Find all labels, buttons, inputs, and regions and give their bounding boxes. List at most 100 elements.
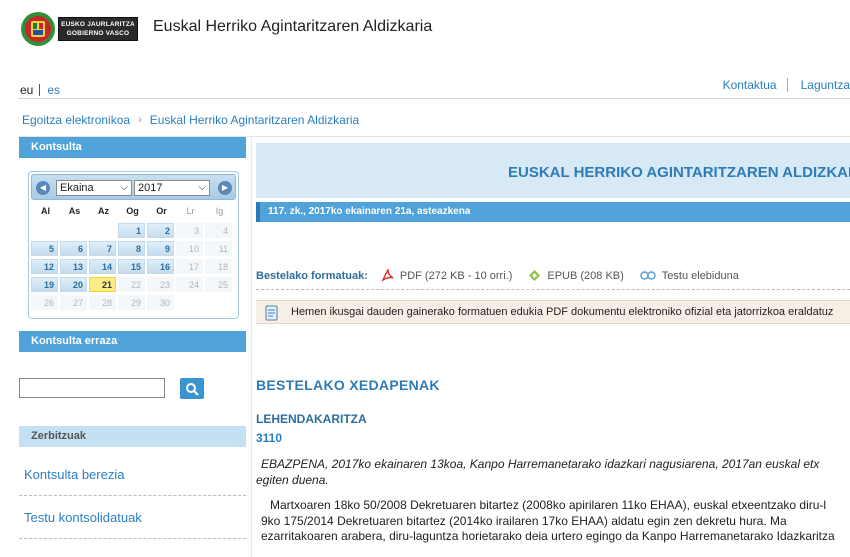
calendar-day[interactable]: 6: [60, 241, 87, 256]
calendar-day: 28: [89, 295, 116, 310]
calendar-day[interactable]: 8: [118, 241, 145, 256]
sidebar-divider: [19, 495, 246, 496]
body-text-line: 9ko 175/2014 Dekretuaren bitartez (2014k…: [261, 514, 787, 528]
pdf-format-label: PDF (272 KB - 10 orri.): [399, 269, 513, 282]
breadcrumb-item-home[interactable]: Egoitza elektronikoa: [22, 113, 130, 127]
calendar-day: 11: [205, 241, 232, 256]
calendar-day: 25: [205, 277, 232, 292]
site-title: Euskal Herriko Agintaritzaren Aldizkaria: [153, 18, 433, 35]
notice-text: Hemen ikusgai dauden gainerako formatuen…: [291, 306, 834, 318]
calendar-day[interactable]: 14: [89, 259, 116, 274]
bilingual-icon: [640, 271, 656, 280]
calendar-empty-cell: [176, 295, 203, 310]
bulletin-title: EUSKAL HERRIKO AGINTARITZAREN ALDIZKARIA: [508, 164, 850, 181]
language-switcher: eu es: [20, 83, 60, 97]
calendar: ◀ Ekaina ⌵ 2017 ⌵ ▶ Al As Az Og Or Lr Ig 12345…: [28, 171, 239, 319]
help-link[interactable]: Laguntza: [801, 78, 850, 92]
lang-divider: [39, 84, 41, 96]
breadcrumb-chevron-icon: ›: [138, 114, 142, 126]
consolidated-texts-link[interactable]: Testu kontsolidatuak: [24, 510, 142, 525]
department-heading: LEHENDAKARITZA: [256, 412, 367, 426]
body-text-line: ezarritakoaren arabera, diru-laguntza ho…: [261, 529, 835, 543]
top-links-divider: [786, 78, 788, 92]
calendar-day[interactable]: 16: [147, 259, 174, 274]
calendar-day: 24: [176, 277, 203, 292]
weekday-label: As: [68, 206, 81, 216]
pdf-icon: [381, 269, 394, 282]
formats-label: Bestelako formatuak:: [256, 269, 368, 282]
calendar-day: 26: [31, 295, 58, 310]
issue-bar: 117. zk., 2017ko ekainaren 21a, asteazke…: [256, 202, 850, 222]
calendar-empty-cell: [60, 223, 87, 238]
consult-header: Kontsulta: [19, 137, 246, 158]
logo-text-basque: EUSKO JAURLARITZA: [61, 21, 135, 28]
coat-of-arms-icon: [21, 12, 55, 46]
calendar-day: 4: [205, 223, 232, 238]
services-header: Zerbitzuak: [19, 426, 246, 447]
body-text-line: Martxoaren 18ko 50/2008 Dekretuaren bita…: [270, 498, 827, 512]
lang-current: eu: [20, 83, 34, 97]
government-logo[interactable]: EUSKO JAURLARITZA GOBIERNO VASCO: [20, 10, 138, 48]
calendar-day: 30: [147, 295, 174, 310]
calendar-day[interactable]: 7: [89, 241, 116, 256]
bilingual-text-link[interactable]: Testu elebiduna: [640, 270, 739, 282]
pdf-format-link[interactable]: PDF (272 KB - 10 orri.): [381, 269, 513, 282]
contact-link[interactable]: Kontaktua: [723, 78, 777, 92]
year-select[interactable]: 2017 ⌵: [134, 180, 210, 196]
calendar-day: 10: [176, 241, 203, 256]
weekday-label: Ig: [215, 206, 224, 216]
calendar-day-selected[interactable]: 21: [89, 277, 116, 292]
epub-format-link[interactable]: EPUB (208 KB): [528, 269, 624, 282]
calendar-day[interactable]: 20: [60, 277, 87, 292]
section-title: BESTELAKO XEDAPENAK: [256, 377, 440, 393]
top-links: Kontaktua Laguntza: [723, 78, 850, 92]
calendar-day: 29: [118, 295, 145, 310]
formats-divider: [256, 289, 850, 290]
weekday-label: Og: [126, 206, 139, 216]
epub-format-label: EPUB (208 KB): [547, 269, 624, 282]
weekday-label: Az: [98, 206, 109, 216]
special-query-link[interactable]: Kontsulta berezia: [24, 467, 124, 482]
resolution-title-line[interactable]: EBAZPENA, 2017ko ekainaren 13koa, Kanpo …: [261, 456, 850, 472]
breadcrumb-item-current[interactable]: Euskal Herriko Agintaritzaren Aldizkaria: [150, 113, 359, 127]
search-input[interactable]: [19, 378, 165, 398]
calendar-day[interactable]: 13: [60, 259, 87, 274]
month-select-value: Ekaina: [60, 182, 94, 194]
resolution-title-line[interactable]: egiten duena.: [256, 472, 850, 488]
calendar-day[interactable]: 2: [147, 223, 174, 238]
calendar-day[interactable]: 9: [147, 241, 174, 256]
calendar-empty-cell: [205, 295, 232, 310]
breadcrumb: Egoitza elektronikoa › Euskal Herriko Ag…: [22, 113, 359, 127]
calendar-day: 17: [176, 259, 203, 274]
chevron-down-icon: ⌵: [198, 182, 206, 193]
simple-search-header: Kontsulta erraza: [19, 331, 246, 352]
calendar-day[interactable]: 12: [31, 259, 58, 274]
issue-bar-accent: [256, 202, 260, 222]
header-divider: [18, 98, 850, 99]
bilingual-text-label: Testu elebiduna: [661, 269, 739, 282]
document-number-link[interactable]: 3110: [256, 431, 282, 445]
prev-month-icon[interactable]: ◀: [36, 181, 50, 195]
document-info-icon: [265, 305, 278, 321]
calendar-empty-cell: [31, 223, 58, 238]
issue-label: 117. zk., 2017ko ekainaren 21a, asteazke…: [268, 206, 471, 217]
calendar-day[interactable]: 1: [118, 223, 145, 238]
calendar-day[interactable]: 15: [118, 259, 145, 274]
search-button[interactable]: [180, 378, 204, 399]
weekday-label: Lr: [186, 206, 195, 216]
sidebar-divider: [19, 538, 246, 539]
weekday-label: Or: [156, 206, 167, 216]
formats-notice: Hemen ikusgai dauden gainerako formatuen…: [256, 300, 850, 324]
calendar-day[interactable]: 5: [31, 241, 58, 256]
calendar-day[interactable]: 19: [31, 277, 58, 292]
calendar-days: 1 2 3 4 5 6 7 8 9 10 11 12 13 14 15 16 17 18 19 20 21 22 23 24 2…: [31, 223, 236, 310]
logo-text-spanish: GOBIERNO VASCO: [66, 30, 130, 37]
weekday-label: Al: [41, 206, 50, 216]
calendar-empty-cell: [89, 223, 116, 238]
calendar-day: 3: [176, 223, 203, 238]
year-select-value: 2017: [138, 182, 163, 194]
month-select[interactable]: Ekaina ⌵: [56, 180, 132, 196]
lang-link-es[interactable]: es: [47, 83, 60, 97]
calendar-header: ◀ Ekaina ⌵ 2017 ⌵ ▶: [31, 174, 236, 200]
next-month-icon[interactable]: ▶: [218, 181, 232, 195]
